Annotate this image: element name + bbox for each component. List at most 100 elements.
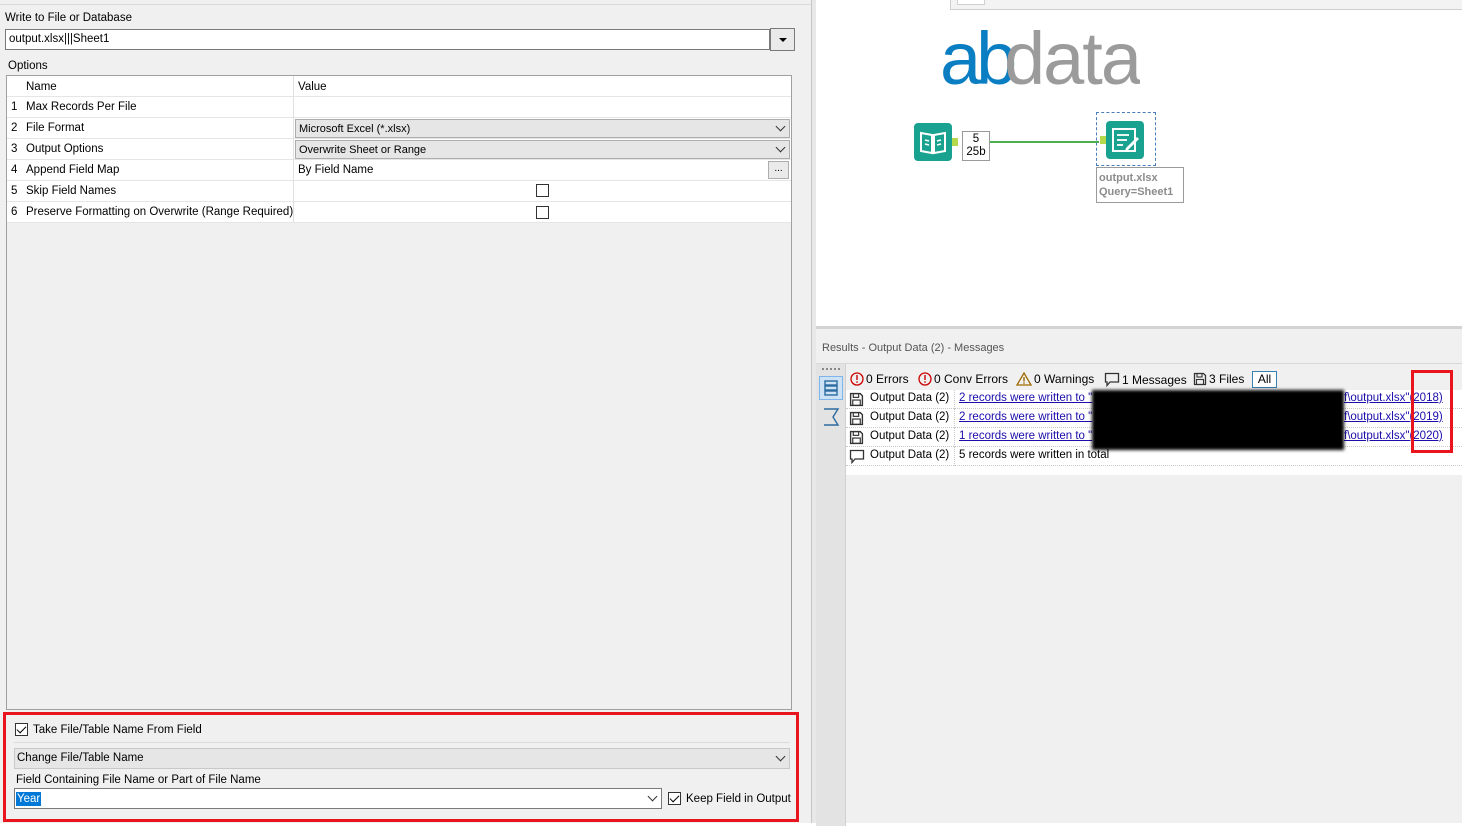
file-name-from-field-section: Take File/Table Name From Field Change F… <box>3 712 799 822</box>
workflow-canvas[interactable]: ab data 5 25b output.xlsx Query=Sheet1 <box>816 0 1462 326</box>
change-mode-value: Change File/Table Name <box>17 752 144 764</box>
preserve-formatting-checkbox[interactable] <box>536 206 549 219</box>
chevron-down-icon <box>775 142 786 153</box>
filter-conv-errors[interactable]: 0 Conv Errors <box>918 372 1008 386</box>
filter-files[interactable]: 3 Files <box>1193 372 1244 386</box>
chevron-down-icon <box>775 751 786 762</box>
destination-dropdown-button[interactable] <box>770 28 795 51</box>
results-grid-button[interactable] <box>819 376 843 400</box>
grid-row-append-field-map: 4 Append Field Map By Field Name ... <box>7 160 791 181</box>
chevron-down-icon <box>647 791 658 802</box>
filter-warnings-label: 0 Warnings <box>1034 372 1095 386</box>
message-path-file[interactable]: f\output.xlsx" <box>1344 430 1409 442</box>
message-icon <box>1104 372 1120 387</box>
canvas-tab[interactable] <box>957 0 985 5</box>
skip-field-names-checkbox[interactable] <box>536 184 549 197</box>
grid-row-max-records[interactable]: 1 Max Records Per File <box>7 97 791 118</box>
message-tool: Output Data (2) <box>870 449 950 461</box>
record-count: 5 <box>972 133 980 145</box>
row-number: 3 <box>11 143 18 155</box>
append-field-map-button[interactable]: ... <box>768 161 789 179</box>
grid-row-preserve-formatting: 6 Preserve Formatting on Overwrite (Rang… <box>7 202 791 223</box>
panel-top-border <box>0 4 811 5</box>
message-tool: Output Data (2) <box>870 411 950 423</box>
divider <box>14 742 790 743</box>
grid-header-row: Name Value <box>7 76 791 97</box>
take-name-from-field-label: Take File/Table Name From Field <box>33 724 202 736</box>
grid-header-name: Name <box>26 81 57 93</box>
file-icon <box>849 392 864 407</box>
row-number: 2 <box>11 122 18 134</box>
message-link[interactable]: 2 records were written to " <box>959 392 1092 404</box>
options-label: Options <box>8 60 48 72</box>
filter-all-button[interactable]: All <box>1252 371 1277 388</box>
message-tool: Output Data (2) <box>870 430 950 442</box>
file-format-select[interactable]: Microsoft Excel (*.xlsx) <box>295 119 790 138</box>
message-path-file[interactable]: f\output.xlsx" <box>1344 411 1409 423</box>
row-number: 6 <box>11 206 18 218</box>
filter-warnings[interactable]: 0 Warnings <box>1016 372 1094 386</box>
take-name-from-field-checkbox[interactable] <box>15 723 28 736</box>
row-number: 5 <box>11 185 18 197</box>
grip-icon <box>822 368 840 370</box>
row-name: Output Options <box>26 143 104 155</box>
row-number: 4 <box>11 164 18 176</box>
output-data-tool-icon <box>1112 128 1139 152</box>
results-title: Results - Output Data (2) - Messages <box>822 342 1005 354</box>
error-icon <box>850 372 864 386</box>
message-text: 5 records were written in total <box>959 449 1110 461</box>
output-data-tool[interactable] <box>1100 121 1144 159</box>
filter-errors[interactable]: 0 Errors <box>850 372 909 386</box>
chevron-down-icon <box>775 121 786 132</box>
field-containing-label: Field Containing File Name or Part of Fi… <box>16 774 261 786</box>
field-select[interactable]: Year <box>14 788 662 809</box>
results-sigma-icon[interactable] <box>821 406 841 428</box>
options-grid: Name Value 1 Max Records Per File 2 File… <box>6 75 792 710</box>
keep-field-label: Keep Field in Output <box>686 793 791 805</box>
row-name: Append Field Map <box>26 164 120 176</box>
file-format-value: Microsoft Excel (*.xlsx) <box>299 123 411 135</box>
tool-connection[interactable] <box>990 141 1099 143</box>
record-count-badge: 5 25b <box>962 131 990 161</box>
grid-row-file-format: 2 File Format Microsoft Excel (*.xlsx) <box>7 118 791 139</box>
filter-messages[interactable]: 1 Messages <box>1104 372 1187 387</box>
filter-files-label: 3 Files <box>1209 372 1245 386</box>
output-options-value: Overwrite Sheet or Range <box>299 144 427 156</box>
warning-icon <box>1016 372 1032 386</box>
abdata-logo: ab data <box>940 17 1140 96</box>
year-highlight-box <box>1411 370 1453 453</box>
row-name: File Format <box>26 122 85 134</box>
change-mode-select[interactable]: Change File/Table Name <box>14 748 790 769</box>
output-options-select[interactable]: Overwrite Sheet or Range <box>295 140 790 159</box>
filter-messages-label: 1 Messages <box>1122 373 1187 387</box>
message-link[interactable]: 1 records were written to " <box>959 430 1092 442</box>
field-select-value: Year <box>16 792 42 806</box>
input-anchor[interactable] <box>1100 136 1106 144</box>
canvas-top-bar <box>950 0 1462 10</box>
configuration-panel: Write to File or Database output.xlsx|||… <box>0 0 811 823</box>
divider <box>816 363 1462 364</box>
input-data-tool[interactable] <box>914 123 958 161</box>
redaction-box <box>1092 390 1344 450</box>
message-tool: Output Data (2) <box>870 392 950 404</box>
destination-input[interactable]: output.xlsx|||Sheet1 <box>5 29 770 50</box>
grid-row-skip-field-names: 5 Skip Field Names <box>7 181 791 202</box>
file-icon <box>1193 372 1207 386</box>
output-anchor[interactable] <box>952 138 958 146</box>
message-path-file[interactable]: f\output.xlsx" <box>1344 392 1409 404</box>
write-to-label: Write to File or Database <box>5 12 132 24</box>
file-icon <box>849 411 864 426</box>
row-name: Max Records Per File <box>26 101 137 113</box>
record-size: 25b <box>966 146 986 158</box>
grid-row-output-options: 3 Output Options Overwrite Sheet or Rang… <box>7 139 791 160</box>
keep-field-checkbox[interactable] <box>668 792 681 805</box>
row-name: Skip Field Names <box>26 185 117 197</box>
results-sidebar <box>816 364 846 826</box>
row-name: Preserve Formatting on Overwrite (Range … <box>26 206 294 218</box>
logo-data-text: data <box>1004 17 1140 96</box>
message-link[interactable]: 2 records were written to " <box>959 411 1092 423</box>
results-grid-icon <box>824 380 838 396</box>
input-data-tool-icon <box>920 131 946 155</box>
file-icon <box>849 430 864 445</box>
filter-errors-label: 0 Errors <box>866 372 909 386</box>
